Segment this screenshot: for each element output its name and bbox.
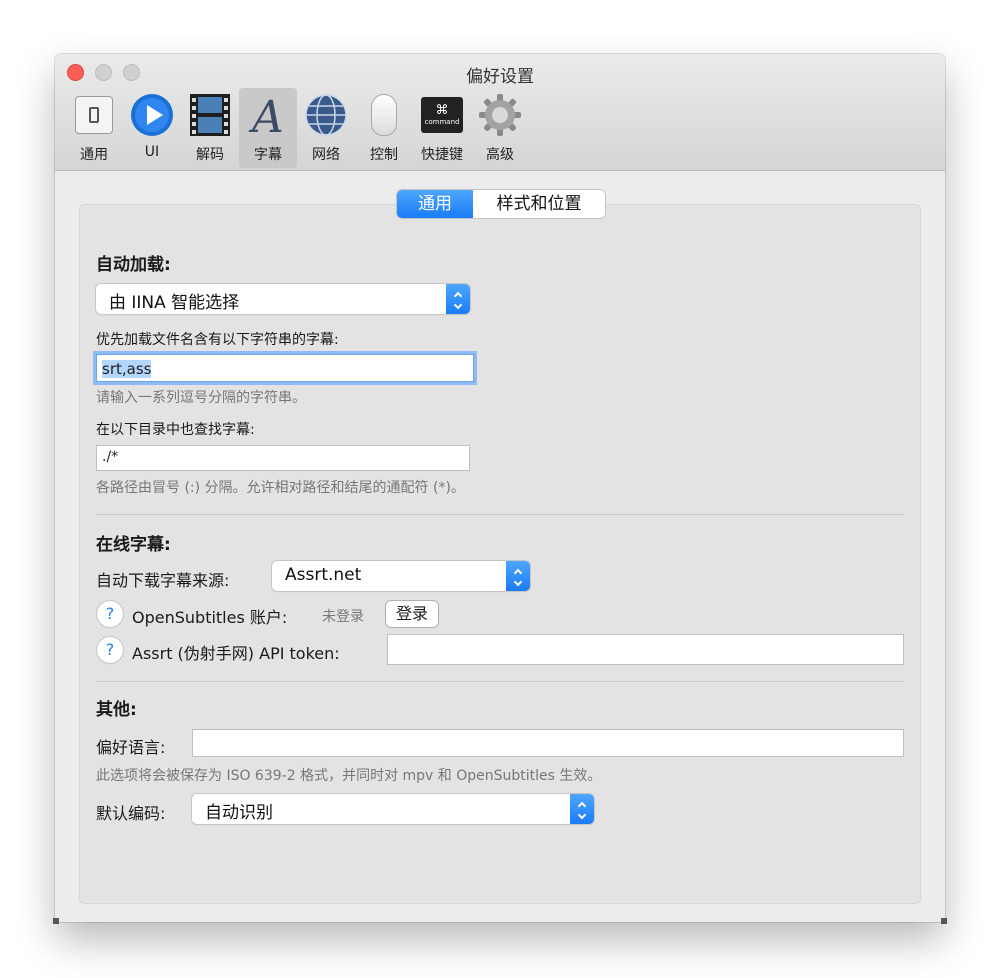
letter-a-icon: A (245, 92, 291, 138)
toolbar-item-label: 快捷键 (421, 147, 463, 163)
toolbar-item-label: 字幕 (254, 147, 282, 163)
login-button[interactable]: 登录 (386, 601, 439, 627)
download-source-label: 自动下载字幕来源: (96, 571, 230, 590)
search-dirs-value: ./* (102, 449, 119, 465)
toolbar-item-label: 高级 (486, 147, 514, 163)
download-source-popup[interactable]: Assrt.net (272, 561, 530, 591)
svg-text:A: A (248, 92, 284, 138)
default-encoding-label: 默认编码: (96, 804, 166, 823)
toolbar-item-network[interactable]: 网络 (297, 88, 355, 168)
subtitle-tabs: 通用 样式和位置 (397, 190, 605, 218)
tab-style-position[interactable]: 样式和位置 (473, 190, 605, 218)
preferred-language-hint: 此选项将会被保存为 ISO 639-2 格式，并同时对 mpv 和 OpenSu… (96, 768, 602, 784)
toolbar-item-subtitles[interactable]: A 字幕 (239, 88, 297, 168)
play-circle-icon (129, 92, 175, 138)
title-bar: 偏好设置 通用 UI 解码 A 字幕 网络 控制 ⌘ command 快捷键 高… (55, 54, 945, 171)
assrt-token-label: Assrt (伪射手网) API token: (132, 644, 340, 663)
priority-label: 优先加载文件名含有以下字符串的字幕: (96, 332, 339, 348)
toolbar-item-control[interactable]: 控制 (355, 88, 413, 168)
film-icon (187, 92, 233, 138)
mouse-icon (361, 92, 407, 138)
default-encoding-value: 自动识别 (205, 803, 273, 823)
search-dirs-label: 在以下目录中也查找字幕: (96, 422, 255, 438)
online-heading: 在线字幕: (96, 535, 171, 555)
autoload-heading: 自动加载: (96, 255, 171, 275)
toolbar-item-label: UI (144, 144, 160, 160)
command-symbol: ⌘ (435, 102, 449, 118)
tab-general[interactable]: 通用 (397, 190, 473, 218)
search-dirs-input[interactable]: ./* (96, 445, 470, 471)
toolbar-item-label: 网络 (312, 147, 340, 163)
popup-arrows-icon (506, 561, 530, 591)
command-text: command (424, 117, 460, 126)
search-dirs-hint: 各路径由冒号 (:) 分隔。允许相对路径和结尾的通配符 (*)。 (96, 480, 465, 496)
preferences-toolbar: 通用 UI 解码 A 字幕 网络 控制 ⌘ command 快捷键 高级 (65, 88, 529, 168)
toolbar-item-decoding[interactable]: 解码 (181, 88, 239, 168)
toolbar-item-shortcuts[interactable]: ⌘ command 快捷键 (413, 88, 471, 168)
toolbar-item-label: 解码 (196, 147, 224, 163)
popup-arrows-icon (446, 284, 470, 314)
priority-strings-value: srt,ass (102, 360, 152, 378)
preferred-language-label: 偏好语言: (96, 738, 166, 757)
download-source-value: Assrt.net (285, 565, 362, 585)
command-key-icon: ⌘ command (419, 92, 465, 138)
autoload-mode-popup[interactable]: 由 IINA 智能选择 (96, 284, 470, 314)
opensubtitles-help-button[interactable]: ? (97, 601, 123, 627)
toolbar-item-label: 控制 (370, 147, 398, 163)
general-switch-icon (71, 92, 117, 138)
toolbar-item-ui[interactable]: UI (123, 88, 181, 168)
preferred-language-input[interactable] (192, 729, 904, 757)
window-title: 偏好设置 (466, 67, 534, 87)
window-corner-mark (941, 918, 947, 924)
default-encoding-popup[interactable]: 自动识别 (192, 794, 594, 824)
window-corner-mark (53, 918, 59, 924)
autoload-mode-value: 由 IINA 智能选择 (109, 293, 240, 313)
gear-icon (477, 92, 523, 138)
globe-icon (303, 92, 349, 138)
opensubtitles-status: 未登录 (322, 609, 364, 625)
toolbar-item-label: 通用 (80, 147, 108, 163)
toolbar-item-general[interactable]: 通用 (65, 88, 123, 168)
section-divider (96, 514, 904, 515)
toolbar-item-advanced[interactable]: 高级 (471, 88, 529, 168)
other-heading: 其他: (96, 700, 137, 720)
section-divider (96, 681, 904, 682)
opensubtitles-account-label: OpenSubtitles 账户: (132, 608, 288, 627)
assrt-help-button[interactable]: ? (97, 637, 123, 663)
assrt-token-input[interactable] (387, 634, 904, 665)
priority-strings-input[interactable]: srt,ass (96, 354, 474, 382)
priority-hint: 请输入一系列逗号分隔的字符串。 (96, 390, 306, 406)
popup-arrows-icon (570, 794, 594, 824)
